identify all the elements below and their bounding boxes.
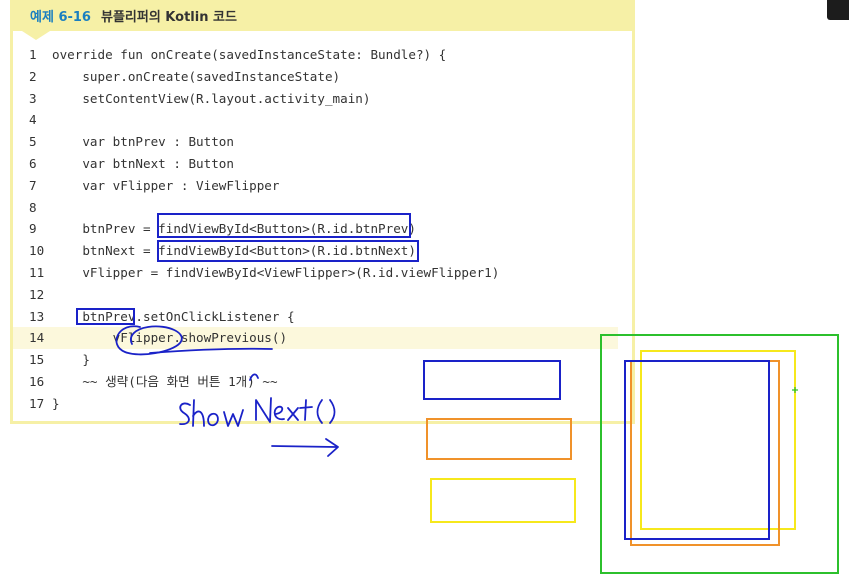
ink-letter-w [223,409,244,427]
ink-paren-open [316,399,323,424]
ink-letter-s [179,402,191,425]
ink-letter-x [287,407,299,421]
ink-arrow [271,438,339,457]
ink-mark-line16 [249,373,259,381]
ink-letter-o [207,412,219,427]
ink-letter-e [273,405,285,421]
green-crosshair [792,387,798,393]
ink-letter-t [299,399,313,421]
ink-circle-vflipper [115,325,183,356]
handwriting-layer [115,325,798,457]
ink-letter-n [255,397,272,423]
ink-paren-close [329,399,336,424]
ink-letter-h [192,399,205,427]
